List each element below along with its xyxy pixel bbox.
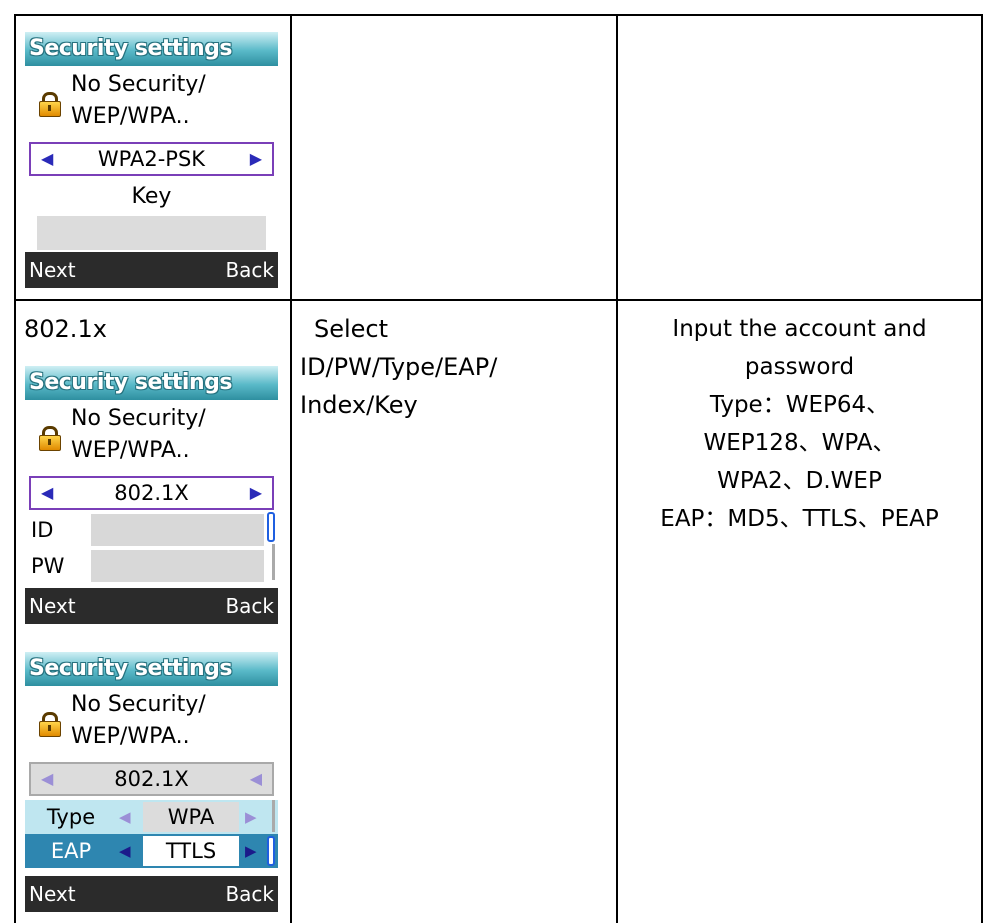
screen-title: Security settings <box>25 32 278 66</box>
next-softkey[interactable]: Next <box>29 252 76 288</box>
security-line-1: No Security/ <box>71 692 206 717</box>
left-arrow-icon[interactable]: ◀ <box>41 144 53 174</box>
left-arrow-icon[interactable]: ◀ <box>250 764 262 794</box>
type-label: Type <box>46 805 96 829</box>
id-label: ID <box>31 518 54 542</box>
pw-input[interactable] <box>91 550 264 582</box>
lock-icon <box>39 92 61 117</box>
description-line: ID/PW/Type/EAP/ <box>300 353 498 381</box>
instruction-line: Input the account and <box>672 316 927 342</box>
instruction-line: password <box>744 354 855 380</box>
table-border-left <box>14 14 16 923</box>
table-row-divider <box>14 299 983 301</box>
softkey-bar: Next Back <box>25 252 278 288</box>
back-softkey[interactable]: Back <box>225 252 274 288</box>
type-row[interactable]: Type ◀ WPA ▶ <box>25 800 278 834</box>
right-arrow-icon[interactable]: ▶ <box>245 800 257 834</box>
screen-title: Security settings <box>25 366 278 400</box>
security-mode-value: 802.1X <box>114 481 189 505</box>
id-row: ID <box>25 512 278 548</box>
next-softkey[interactable]: Next <box>29 876 76 912</box>
phone-screen-wpa2-psk: Security settings No Security/ WEP/WPA..… <box>25 32 278 288</box>
right-arrow-icon[interactable]: ▶ <box>250 144 262 174</box>
mode-label-8021x: 802.1x <box>24 315 107 343</box>
security-mode-info: No Security/ WEP/WPA.. <box>25 686 278 758</box>
id-input[interactable] <box>91 514 264 546</box>
left-arrow-icon[interactable]: ◀ <box>119 834 131 868</box>
screen-title: Security settings <box>25 652 278 686</box>
instruction-line: EAP：MD5、TTLS、PEAP <box>660 506 939 532</box>
pw-row: PW <box>25 548 278 584</box>
security-mode-value: WPA2-PSK <box>97 147 206 171</box>
table-border-top <box>14 14 983 16</box>
softkey-bar: Next Back <box>25 876 278 912</box>
table-column-divider-1 <box>290 14 292 923</box>
scrollbar-thumb[interactable] <box>267 512 275 542</box>
security-mode-info: No Security/ WEP/WPA.. <box>25 400 278 472</box>
scrollbar-thumb[interactable] <box>267 836 275 866</box>
left-arrow-icon[interactable]: ◀ <box>41 764 53 794</box>
security-mode-selector[interactable]: ◀ 802.1X ▶ <box>29 476 274 510</box>
instruction-line: WPA2、D.WEP <box>717 468 882 494</box>
instruction-line: Type：WEP64、 <box>709 392 890 418</box>
security-line-2: WEP/WPA.. <box>71 104 190 129</box>
phone-screen-8021x-type-eap: Security settings No Security/ WEP/WPA..… <box>25 652 278 912</box>
type-value[interactable]: WPA <box>143 802 239 832</box>
right-arrow-icon[interactable]: ▶ <box>250 478 262 508</box>
security-mode-selector[interactable]: ◀ WPA2-PSK ▶ <box>29 142 274 176</box>
security-mode-info: No Security/ WEP/WPA.. <box>25 66 278 138</box>
description-line: Index/Key <box>300 391 418 419</box>
key-label: Key <box>131 184 172 209</box>
right-arrow-icon[interactable]: ▶ <box>245 834 257 868</box>
scrollbar-track[interactable] <box>272 544 275 580</box>
eap-label: EAP <box>50 839 92 863</box>
security-line-2: WEP/WPA.. <box>71 724 190 749</box>
softkey-bar: Next Back <box>25 588 278 624</box>
phone-screen-8021x-id-pw: Security settings No Security/ WEP/WPA..… <box>25 366 278 624</box>
security-line-1: No Security/ <box>71 72 206 97</box>
next-softkey[interactable]: Next <box>29 588 76 624</box>
security-line-1: No Security/ <box>71 406 206 431</box>
eap-value[interactable]: TTLS <box>143 836 239 866</box>
back-softkey[interactable]: Back <box>225 876 274 912</box>
back-softkey[interactable]: Back <box>225 588 274 624</box>
description-line: Select <box>314 315 389 343</box>
security-mode-selector[interactable]: ◀ 802.1X ◀ <box>29 762 274 796</box>
lock-icon <box>39 426 61 451</box>
scrollbar-track[interactable] <box>272 800 275 832</box>
left-arrow-icon[interactable]: ◀ <box>41 478 53 508</box>
input-instructions: Input the account and password Type：WEP6… <box>618 310 981 538</box>
left-arrow-icon[interactable]: ◀ <box>119 800 131 834</box>
key-input[interactable] <box>37 216 266 250</box>
pw-label: PW <box>31 554 65 578</box>
lock-icon <box>39 712 61 737</box>
security-line-2: WEP/WPA.. <box>71 438 190 463</box>
instruction-line: WEP128、WPA、 <box>703 430 896 456</box>
eap-row[interactable]: EAP ◀ TTLS ▶ <box>25 834 278 868</box>
security-mode-value: 802.1X <box>114 767 189 791</box>
select-fields-description: Select ID/PW/Type/EAP/ Index/Key <box>300 310 612 424</box>
